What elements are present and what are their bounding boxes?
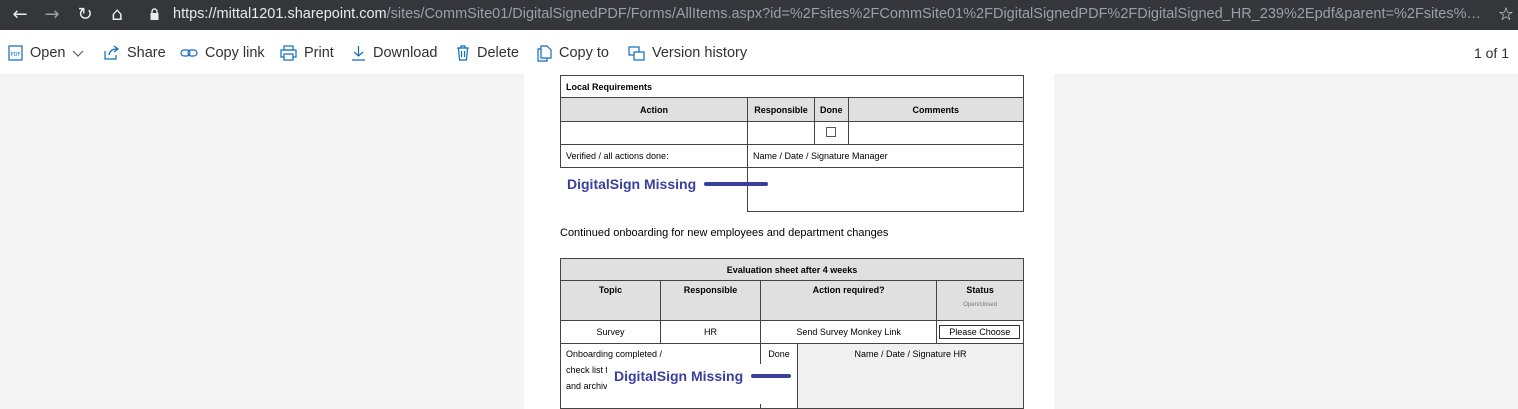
col-eval-responsible: Responsible bbox=[660, 280, 761, 321]
col-responsible: Responsible bbox=[747, 97, 815, 122]
version-history-button[interactable]: Version history bbox=[628, 43, 747, 63]
signature-line bbox=[704, 182, 769, 186]
done-checkbox[interactable] bbox=[826, 127, 837, 137]
pdf-icon: PDF bbox=[8, 45, 23, 61]
forward-arrow-icon[interactable]: → bbox=[40, 3, 64, 27]
signature-manager-label: Name / Date / Signature Manager bbox=[747, 144, 1024, 168]
onboarding-line-1: Onboarding completed / bbox=[566, 349, 663, 359]
browser-chrome: ← → ↻ ⌂ https://mittal1201.sharepoint.co… bbox=[0, 0, 1518, 30]
download-label: Download bbox=[373, 45, 438, 61]
address-bar[interactable]: https://mittal1201.sharepoint.com/sites/… bbox=[173, 6, 1488, 22]
verified-label: Verified / all actions done: bbox=[560, 144, 748, 168]
cell-action bbox=[560, 121, 748, 145]
command-toolbar: PDF Open Share Copy link Print Download … bbox=[0, 30, 1518, 74]
download-icon bbox=[352, 46, 365, 61]
link-icon bbox=[180, 49, 198, 57]
digitalsign-missing-manager: DigitalSign Missing bbox=[567, 176, 769, 192]
cell-comments bbox=[847, 121, 1024, 145]
copy-to-button[interactable]: Copy to bbox=[537, 43, 609, 63]
digitalsign-missing-hr: DigitalSign Missing bbox=[614, 368, 792, 384]
col-action: Action bbox=[560, 97, 748, 122]
status-label: Status bbox=[966, 285, 994, 295]
copy-link-label: Copy link bbox=[205, 45, 265, 61]
signature-manager-field[interactable] bbox=[747, 167, 1024, 212]
signature-hr-field[interactable]: Name / Date / Signature HR bbox=[797, 343, 1024, 409]
digitalsign-missing-text-hr: DigitalSign Missing bbox=[614, 368, 744, 384]
trash-icon bbox=[457, 45, 469, 61]
cell-done bbox=[814, 121, 849, 145]
chevron-down-icon bbox=[73, 50, 84, 57]
printer-icon bbox=[280, 45, 297, 61]
share-icon bbox=[104, 45, 119, 60]
star-icon[interactable]: ☆ bbox=[1494, 3, 1518, 27]
delete-label: Delete bbox=[477, 45, 519, 61]
print-button[interactable]: Print bbox=[280, 43, 334, 63]
survey-responsible: HR bbox=[660, 320, 761, 344]
local-requirements-title: Local Requirements bbox=[560, 75, 1024, 98]
digitalsign-missing-text: DigitalSign Missing bbox=[567, 176, 697, 192]
share-label: Share bbox=[127, 45, 166, 61]
cell-responsible bbox=[747, 121, 815, 145]
continued-onboarding-text: Continued onboarding for new employees a… bbox=[560, 227, 889, 239]
open-label: Open bbox=[30, 45, 66, 61]
copy-icon bbox=[537, 44, 552, 62]
share-button[interactable]: Share bbox=[103, 43, 166, 63]
url-host: https://mittal1201.sharepoint.com bbox=[173, 6, 387, 22]
survey-action: Send Survey Monkey Link bbox=[759, 320, 938, 344]
copy-to-label: Copy to bbox=[559, 45, 609, 61]
col-comments: Comments bbox=[847, 97, 1024, 122]
delete-button[interactable]: Delete bbox=[456, 43, 519, 63]
print-label: Print bbox=[304, 45, 334, 61]
please-choose-dropdown[interactable]: Please Choose bbox=[939, 325, 1021, 339]
evaluation-title: Evaluation sheet after 4 weeks bbox=[560, 258, 1024, 281]
signature-line-hr bbox=[751, 374, 792, 378]
back-arrow-icon[interactable]: ← bbox=[8, 3, 32, 27]
lock-icon bbox=[150, 8, 159, 20]
svg-text:PDF: PDF bbox=[11, 52, 21, 58]
copy-link-button[interactable]: Copy link bbox=[180, 43, 265, 63]
version-history-label: Version history bbox=[652, 45, 748, 61]
download-button[interactable]: Download bbox=[351, 43, 438, 63]
page-count: 1 of 1 bbox=[1473, 45, 1509, 61]
survey-status: Please Choose bbox=[936, 320, 1024, 344]
url-path: /sites/CommSite01/DigitalSignedPDF/Forms… bbox=[386, 6, 1488, 22]
reload-icon[interactable]: ↻ bbox=[73, 3, 97, 27]
version-history-icon bbox=[628, 45, 645, 61]
col-done: Done bbox=[814, 97, 849, 122]
col-status: Status Open/closed bbox=[936, 280, 1024, 321]
status-subtitle: Open/closed bbox=[963, 302, 997, 308]
survey-topic: Survey bbox=[560, 320, 661, 344]
col-action-required: Action required? bbox=[759, 280, 938, 321]
home-icon[interactable]: ⌂ bbox=[105, 3, 129, 27]
open-button[interactable]: PDF Open bbox=[8, 43, 91, 63]
col-topic: Topic bbox=[560, 280, 661, 321]
